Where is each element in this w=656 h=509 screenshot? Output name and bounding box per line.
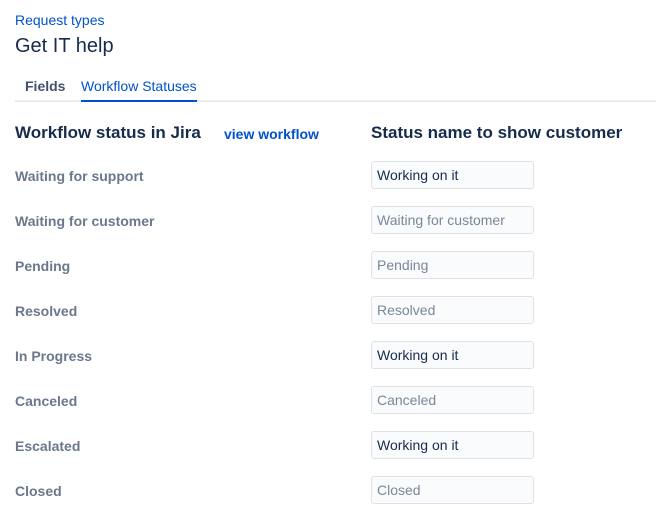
customer-status-input[interactable] xyxy=(371,431,534,459)
tab-fields[interactable]: Fields xyxy=(25,77,65,100)
customer-status-input[interactable] xyxy=(371,386,534,414)
jira-status-column-heading: Workflow status in Jira xyxy=(15,123,201,142)
breadcrumb-request-types[interactable]: Request types xyxy=(15,12,105,28)
customer-status-input[interactable] xyxy=(371,341,534,369)
customer-status-input[interactable] xyxy=(371,206,534,234)
status-row: Escalated xyxy=(0,431,656,461)
jira-status-label: Escalated xyxy=(15,438,81,454)
request-type-page: Request types Get IT help Fields Workflo… xyxy=(0,0,656,509)
page-title: Get IT help xyxy=(15,35,114,57)
status-row: Waiting for support xyxy=(0,161,656,191)
customer-status-input[interactable] xyxy=(371,296,534,324)
customer-status-input[interactable] xyxy=(371,161,534,189)
tab-workflow-statuses[interactable]: Workflow Statuses xyxy=(81,77,197,102)
view-workflow-link[interactable]: view workflow xyxy=(224,126,319,142)
jira-status-label: Closed xyxy=(15,483,62,499)
status-row: Resolved xyxy=(0,296,656,326)
jira-status-label: Resolved xyxy=(15,303,78,319)
status-row: Pending xyxy=(0,251,656,281)
jira-status-label: Canceled xyxy=(15,393,78,409)
customer-status-column-heading: Status name to show customer xyxy=(371,123,623,142)
jira-status-label: Pending xyxy=(15,258,71,274)
customer-status-input[interactable] xyxy=(371,476,534,504)
customer-status-input[interactable] xyxy=(371,251,534,279)
status-row: Canceled xyxy=(0,386,656,416)
jira-status-label: In Progress xyxy=(15,348,93,364)
status-row: Closed xyxy=(0,476,656,506)
jira-status-label: Waiting for customer xyxy=(15,213,155,229)
tab-bar: Fields Workflow Statuses xyxy=(15,74,656,102)
status-row: Waiting for customer xyxy=(0,206,656,236)
jira-status-label: Waiting for support xyxy=(15,168,144,184)
status-row: In Progress xyxy=(0,341,656,371)
